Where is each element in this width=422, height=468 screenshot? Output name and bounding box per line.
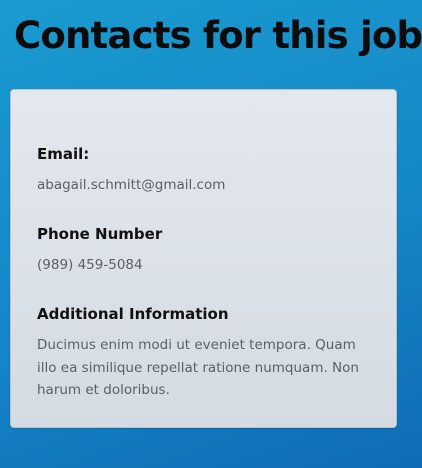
contact-card: Email: abagail.schmitt@gmail.com Phone N… [10,89,397,428]
email-label: Email: [37,145,90,163]
additional-info-text: Ducimus enim modi ut eveniet tempora. Qu… [37,337,359,398]
page-title: Contacts for this job [14,14,422,57]
additional-info-label: Additional Information [37,305,229,323]
phone-value: (989) 459-5084 [37,257,143,273]
phone-label: Phone Number [37,225,163,243]
email-value: abagail.schmitt@gmail.com [37,177,226,193]
